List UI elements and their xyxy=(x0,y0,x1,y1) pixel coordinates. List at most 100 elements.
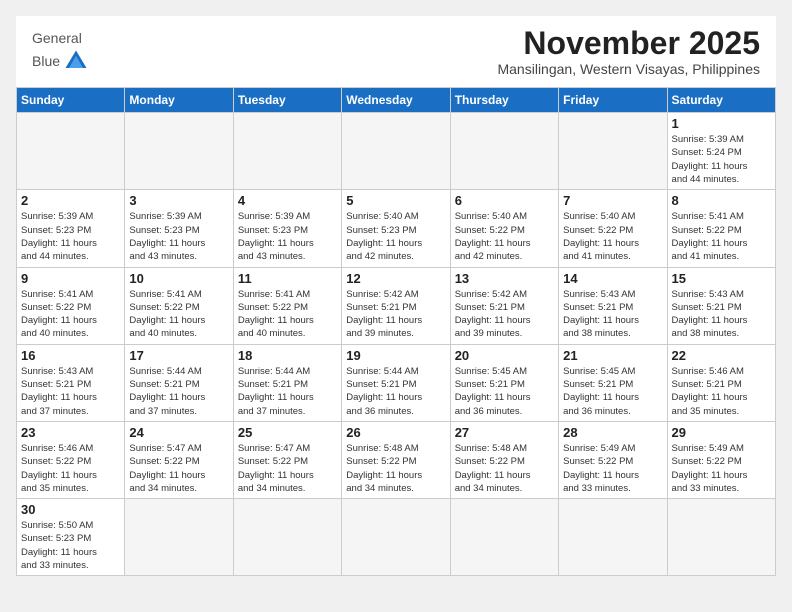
day-number: 26 xyxy=(346,425,445,440)
day-number: 12 xyxy=(346,271,445,286)
day-info: Sunrise: 5:41 AM Sunset: 5:22 PM Dayligh… xyxy=(129,288,228,341)
day-number: 10 xyxy=(129,271,228,286)
calendar-day-cell: 11Sunrise: 5:41 AM Sunset: 5:22 PM Dayli… xyxy=(233,267,341,344)
day-number: 1 xyxy=(672,116,771,131)
day-number: 20 xyxy=(455,348,554,363)
day-info: Sunrise: 5:46 AM Sunset: 5:21 PM Dayligh… xyxy=(672,365,771,418)
day-info: Sunrise: 5:39 AM Sunset: 5:23 PM Dayligh… xyxy=(129,210,228,263)
calendar-day-cell xyxy=(450,113,558,190)
day-info: Sunrise: 5:42 AM Sunset: 5:21 PM Dayligh… xyxy=(455,288,554,341)
day-number: 18 xyxy=(238,348,337,363)
calendar-day-cell: 6 Sunrise: 5:40 AM Sunset: 5:22 PM Daylig… xyxy=(450,190,558,267)
day-info: Sunrise: 5:39 AM Sunset: 5:24 PM Dayligh… xyxy=(672,133,771,186)
logo: General Blue xyxy=(32,30,90,75)
calendar-week-row: 2Sunrise: 5:39 AM Sunset: 5:23 PM Daylig… xyxy=(17,190,776,267)
weekday-header-thursday: Thursday xyxy=(450,88,558,113)
calendar-day-cell: 17 Sunrise: 5:44 AM Sunset: 5:21 PM Dayli… xyxy=(125,344,233,421)
calendar-day-cell: 1 Sunrise: 5:39 AM Sunset: 5:24 PM Daylig… xyxy=(667,113,775,190)
calendar-day-cell: 12 Sunrise: 5:42 AM Sunset: 5:21 PM Dayli… xyxy=(342,267,450,344)
calendar-day-cell: 22Sunrise: 5:46 AM Sunset: 5:21 PM Dayli… xyxy=(667,344,775,421)
day-number: 5 xyxy=(346,193,445,208)
calendar-day-cell: 25 Sunrise: 5:47 AM Sunset: 5:22 PM Dayli… xyxy=(233,421,341,498)
calendar-day-cell: 29 Sunrise: 5:49 AM Sunset: 5:22 PM Dayli… xyxy=(667,421,775,498)
day-info: Sunrise: 5:40 AM Sunset: 5:23 PM Dayligh… xyxy=(346,210,445,263)
title-block: November 2025 Mansilingan, Western Visay… xyxy=(497,26,760,77)
day-info: Sunrise: 5:44 AM Sunset: 5:21 PM Dayligh… xyxy=(238,365,337,418)
day-number: 27 xyxy=(455,425,554,440)
day-number: 24 xyxy=(129,425,228,440)
day-info: Sunrise: 5:45 AM Sunset: 5:21 PM Dayligh… xyxy=(455,365,554,418)
day-number: 17 xyxy=(129,348,228,363)
calendar-day-cell: 16 Sunrise: 5:43 AM Sunset: 5:21 PM Dayli… xyxy=(17,344,125,421)
calendar-day-cell xyxy=(233,113,341,190)
day-info: Sunrise: 5:44 AM Sunset: 5:21 PM Dayligh… xyxy=(346,365,445,418)
day-number: 29 xyxy=(672,425,771,440)
calendar-day-cell: 30 Sunrise: 5:50 AM Sunset: 5:23 PM Dayli… xyxy=(17,499,125,576)
day-number: 21 xyxy=(563,348,662,363)
calendar-day-cell: 20 Sunrise: 5:45 AM Sunset: 5:21 PM Dayli… xyxy=(450,344,558,421)
location-title: Mansilingan, Western Visayas, Philippine… xyxy=(497,61,760,77)
day-info: Sunrise: 5:41 AM Sunset: 5:22 PM Dayligh… xyxy=(672,210,771,263)
calendar-day-cell xyxy=(559,499,667,576)
month-title: November 2025 xyxy=(497,26,760,61)
calendar-day-cell xyxy=(342,113,450,190)
day-info: Sunrise: 5:43 AM Sunset: 5:21 PM Dayligh… xyxy=(672,288,771,341)
calendar-day-cell xyxy=(450,499,558,576)
calendar-day-cell: 13 Sunrise: 5:42 AM Sunset: 5:21 PM Dayli… xyxy=(450,267,558,344)
day-number: 4 xyxy=(238,193,337,208)
day-number: 3 xyxy=(129,193,228,208)
calendar-day-cell: 5 Sunrise: 5:40 AM Sunset: 5:23 PM Daylig… xyxy=(342,190,450,267)
calendar-day-cell: 26 Sunrise: 5:48 AM Sunset: 5:22 PM Dayli… xyxy=(342,421,450,498)
calendar-day-cell: 8Sunrise: 5:41 AM Sunset: 5:22 PM Daylig… xyxy=(667,190,775,267)
day-info: Sunrise: 5:40 AM Sunset: 5:22 PM Dayligh… xyxy=(455,210,554,263)
logo-icon xyxy=(62,47,90,75)
day-number: 9 xyxy=(21,271,120,286)
day-info: Sunrise: 5:42 AM Sunset: 5:21 PM Dayligh… xyxy=(346,288,445,341)
day-info: Sunrise: 5:39 AM Sunset: 5:23 PM Dayligh… xyxy=(238,210,337,263)
calendar-week-row: 30 Sunrise: 5:50 AM Sunset: 5:23 PM Dayli… xyxy=(17,499,776,576)
day-number: 13 xyxy=(455,271,554,286)
calendar-day-cell: 24Sunrise: 5:47 AM Sunset: 5:22 PM Dayli… xyxy=(125,421,233,498)
calendar-day-cell: 7Sunrise: 5:40 AM Sunset: 5:22 PM Daylig… xyxy=(559,190,667,267)
day-info: Sunrise: 5:43 AM Sunset: 5:21 PM Dayligh… xyxy=(563,288,662,341)
weekday-header-row: SundayMondayTuesdayWednesdayThursdayFrid… xyxy=(17,88,776,113)
day-info: Sunrise: 5:50 AM Sunset: 5:23 PM Dayligh… xyxy=(21,519,120,572)
day-number: 23 xyxy=(21,425,120,440)
calendar-day-cell: 10 Sunrise: 5:41 AM Sunset: 5:22 PM Dayli… xyxy=(125,267,233,344)
weekday-header-monday: Monday xyxy=(125,88,233,113)
day-info: Sunrise: 5:47 AM Sunset: 5:22 PM Dayligh… xyxy=(238,442,337,495)
calendar-day-cell xyxy=(17,113,125,190)
day-info: Sunrise: 5:48 AM Sunset: 5:22 PM Dayligh… xyxy=(346,442,445,495)
day-number: 30 xyxy=(21,502,120,517)
calendar-day-cell: 21Sunrise: 5:45 AM Sunset: 5:21 PM Dayli… xyxy=(559,344,667,421)
weekday-header-tuesday: Tuesday xyxy=(233,88,341,113)
calendar-day-cell xyxy=(125,499,233,576)
calendar-table: SundayMondayTuesdayWednesdayThursdayFrid… xyxy=(16,87,776,576)
calendar-day-cell xyxy=(125,113,233,190)
calendar-day-cell: 28Sunrise: 5:49 AM Sunset: 5:22 PM Dayli… xyxy=(559,421,667,498)
calendar-day-cell xyxy=(233,499,341,576)
calendar-container: General Blue November 2025 Mansilingan, … xyxy=(16,16,776,576)
day-info: Sunrise: 5:41 AM Sunset: 5:22 PM Dayligh… xyxy=(238,288,337,341)
calendar-day-cell: 18 Sunrise: 5:44 AM Sunset: 5:21 PM Dayli… xyxy=(233,344,341,421)
weekday-header-friday: Friday xyxy=(559,88,667,113)
day-info: Sunrise: 5:48 AM Sunset: 5:22 PM Dayligh… xyxy=(455,442,554,495)
weekday-header-sunday: Sunday xyxy=(17,88,125,113)
day-info: Sunrise: 5:39 AM Sunset: 5:23 PM Dayligh… xyxy=(21,210,120,263)
day-info: Sunrise: 5:43 AM Sunset: 5:21 PM Dayligh… xyxy=(21,365,120,418)
day-info: Sunrise: 5:49 AM Sunset: 5:22 PM Dayligh… xyxy=(672,442,771,495)
calendar-day-cell xyxy=(559,113,667,190)
day-number: 6 xyxy=(455,193,554,208)
day-number: 25 xyxy=(238,425,337,440)
calendar-day-cell: 4 Sunrise: 5:39 AM Sunset: 5:23 PM Daylig… xyxy=(233,190,341,267)
day-info: Sunrise: 5:44 AM Sunset: 5:21 PM Dayligh… xyxy=(129,365,228,418)
calendar-day-cell: 2Sunrise: 5:39 AM Sunset: 5:23 PM Daylig… xyxy=(17,190,125,267)
day-info: Sunrise: 5:46 AM Sunset: 5:22 PM Dayligh… xyxy=(21,442,120,495)
calendar-week-row: 23 Sunrise: 5:46 AM Sunset: 5:22 PM Dayli… xyxy=(17,421,776,498)
calendar-week-row: 1 Sunrise: 5:39 AM Sunset: 5:24 PM Daylig… xyxy=(17,113,776,190)
day-number: 28 xyxy=(563,425,662,440)
day-number: 16 xyxy=(21,348,120,363)
day-number: 19 xyxy=(346,348,445,363)
calendar-week-row: 9 Sunrise: 5:41 AM Sunset: 5:22 PM Daylig… xyxy=(17,267,776,344)
day-info: Sunrise: 5:41 AM Sunset: 5:22 PM Dayligh… xyxy=(21,288,120,341)
